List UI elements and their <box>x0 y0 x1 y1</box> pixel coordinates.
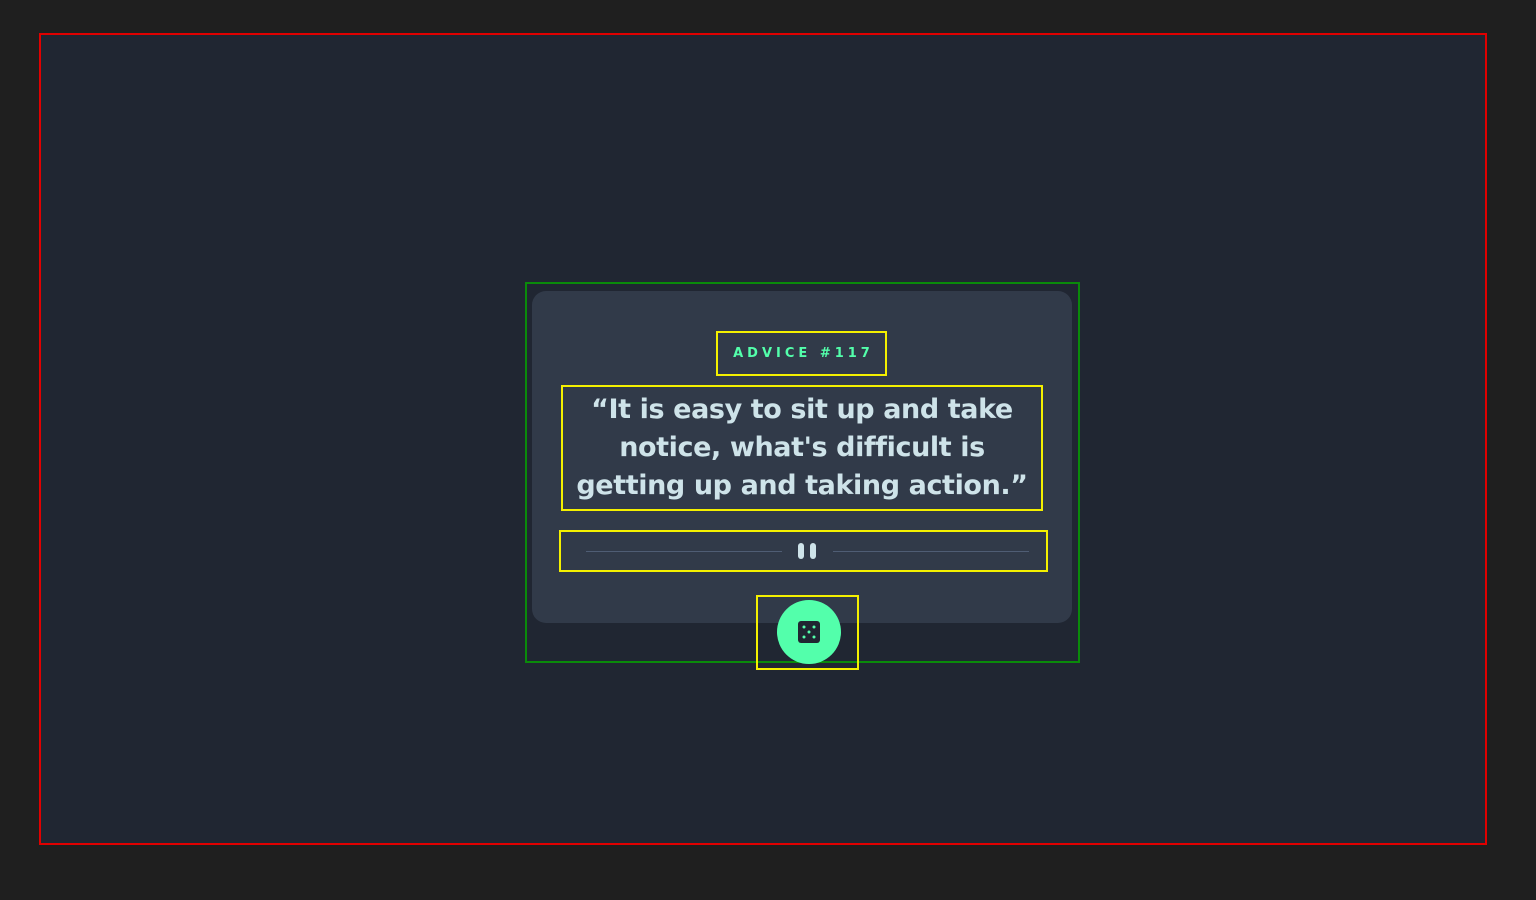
advice-card-container: ADVICE #117 “It is easy to sit up and ta… <box>525 282 1080 670</box>
pattern-divider <box>559 530 1048 572</box>
advice-quote: “It is easy to sit up and take notice, w… <box>576 394 1028 501</box>
divider-line-right <box>833 551 1029 552</box>
dice-icon <box>798 621 820 643</box>
page-viewport: ADVICE #117 “It is easy to sit up and ta… <box>39 33 1487 845</box>
advice-id: ADVICE #117 <box>733 346 874 361</box>
divider-line-left <box>586 551 782 552</box>
dice-button-container <box>756 595 859 670</box>
generate-advice-button[interactable] <box>777 600 841 664</box>
advice-card: ADVICE #117 “It is easy to sit up and ta… <box>532 291 1072 670</box>
advice-id-container: ADVICE #117 <box>716 331 887 376</box>
pause-icon <box>796 543 818 561</box>
advice-quote-container: “It is easy to sit up and take notice, w… <box>561 385 1043 511</box>
